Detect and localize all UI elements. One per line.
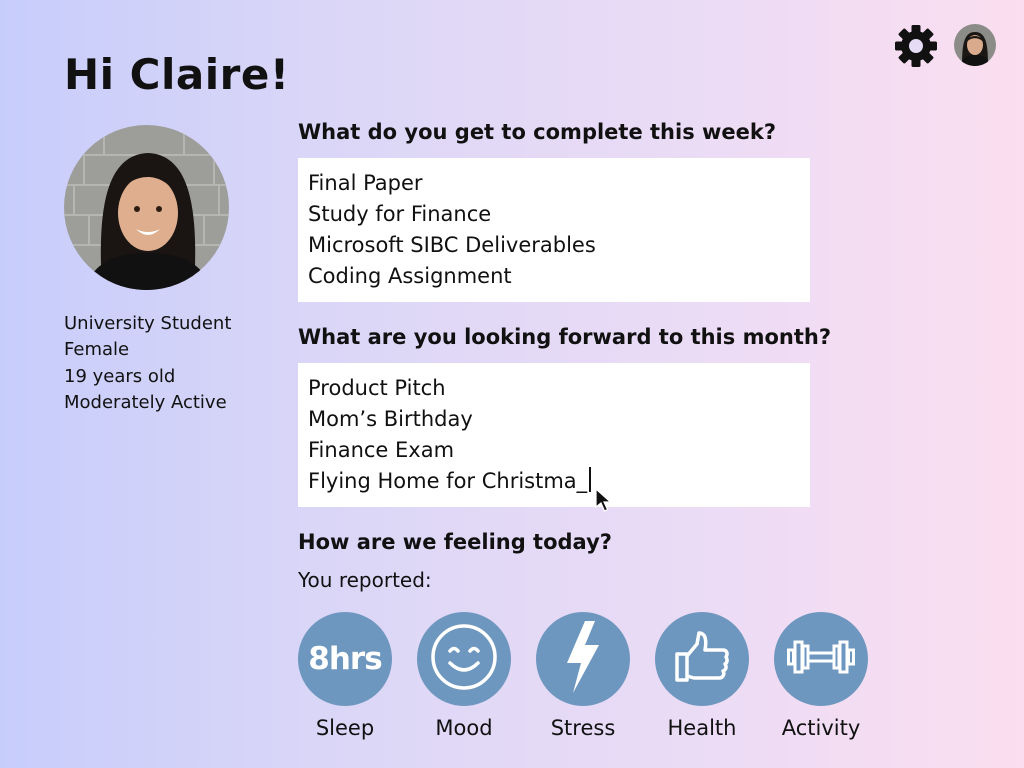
- reported-label: You reported:: [298, 568, 432, 592]
- activity-circle[interactable]: [774, 612, 868, 706]
- mouse-pointer-icon: [594, 487, 614, 514]
- text-caret: [589, 467, 591, 492]
- metric-health[interactable]: Health: [655, 612, 751, 740]
- sleep-value: 8hrs: [308, 641, 382, 677]
- profile-activity-level: Moderately Active: [64, 391, 227, 413]
- feeling-question-label: How are we feeling today?: [298, 530, 612, 554]
- dumbbell-icon: [787, 637, 855, 681]
- metric-sleep[interactable]: 8hrs Sleep: [298, 612, 394, 740]
- stress-circle[interactable]: [536, 612, 630, 706]
- week-answer-field[interactable]: Final Paper Study for Finance Microsoft …: [298, 158, 810, 302]
- stress-label: Stress: [550, 716, 616, 740]
- profile-age: 19 years old: [64, 365, 176, 387]
- month-question-label: What are you looking forward to this mon…: [298, 325, 831, 349]
- lightning-bolt-icon: [561, 619, 605, 699]
- user-avatar[interactable]: [954, 24, 996, 66]
- mood-circle[interactable]: [417, 612, 511, 706]
- month-answer-text: Product Pitch Mom’s Birthday Finance Exa…: [308, 376, 588, 493]
- health-label: Health: [667, 716, 737, 740]
- profile-occupation: University Student: [64, 313, 232, 334]
- profile-gender: Female: [64, 339, 130, 361]
- gear-icon[interactable]: [894, 24, 938, 68]
- metric-mood[interactable]: Mood: [417, 612, 513, 740]
- activity-label: Activity: [781, 716, 861, 740]
- profile-details: University Student Female 19 years old M…: [64, 311, 231, 416]
- metric-stress[interactable]: Stress: [536, 612, 632, 740]
- week-question-label: What do you get to complete this week?: [298, 120, 777, 144]
- month-answer-field[interactable]: Product Pitch Mom’s Birthday Finance Exa…: [298, 363, 810, 507]
- mood-label: Mood: [435, 716, 493, 740]
- thumbs-up-icon: [674, 630, 730, 688]
- sleep-label: Sleep: [315, 716, 375, 740]
- sleep-circle[interactable]: 8hrs: [298, 612, 392, 706]
- health-circle[interactable]: [655, 612, 749, 706]
- smiley-icon: [430, 623, 498, 695]
- greeting-title: Hi Claire!: [64, 50, 290, 99]
- profile-photo: [64, 125, 229, 290]
- metric-activity[interactable]: Activity: [774, 612, 870, 740]
